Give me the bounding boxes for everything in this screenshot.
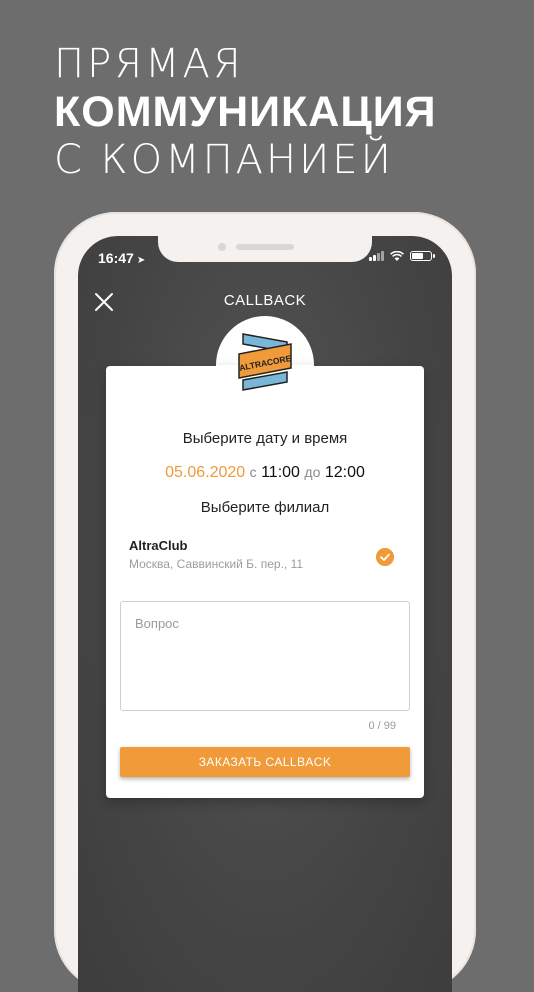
status-time-text: 16:47 [98, 250, 134, 266]
screen-title: CALLBACK [223, 292, 307, 309]
character-counter: 0 / 99 [368, 720, 396, 732]
phone-frame: 16:47 ➤ CALLBACK ALTRACORE Выберите дату… [54, 212, 476, 992]
time-to-value[interactable]: 12:00 [325, 464, 365, 481]
to-label: до [304, 464, 321, 480]
headline-line-3: С КОМПАНИЕЙ [54, 137, 394, 183]
status-bar-icons [369, 251, 435, 261]
phone-notch [158, 236, 372, 262]
callback-form-card: ALTRACORE Выберите дату и время 05.06.20… [106, 333, 424, 798]
branch-heading: Выберите филиал [200, 499, 330, 516]
branch-option[interactable]: AltraClub Москва, Саввинский Б. пер., 11 [129, 538, 402, 574]
location-arrow-icon: ➤ [136, 255, 146, 266]
promo-headline: ПРЯМАЯ КОММУНИКАЦИЯ С КОМПАНИЕЙ [54, 40, 437, 184]
altracore-logo: ALTRACORE [238, 333, 292, 391]
signal-icon [369, 251, 384, 261]
question-input[interactable] [121, 602, 409, 710]
headline-line-2: КОММУНИКАЦИЯ [54, 88, 437, 136]
branch-name: AltraClub [129, 538, 188, 553]
time-from-value[interactable]: 11:00 [261, 464, 300, 481]
app-screen: 16:47 ➤ CALLBACK ALTRACORE Выберите дату… [78, 236, 452, 992]
check-icon[interactable] [376, 548, 394, 566]
branch-address: Москва, Саввинский Б. пер., 11 [129, 557, 304, 571]
date-time-heading: Выберите дату и время [182, 430, 348, 447]
headline-line-1: ПРЯМАЯ [54, 41, 244, 87]
wifi-icon [390, 251, 404, 261]
date-time-selector[interactable]: 05.06.2020 с 11:00 до 12:00 [106, 464, 424, 482]
date-value[interactable]: 05.06.2020 [165, 464, 245, 481]
question-field-box [120, 601, 410, 711]
from-label: с [249, 464, 257, 480]
battery-icon [410, 251, 435, 261]
status-bar-time: 16:47 ➤ [98, 250, 145, 266]
order-callback-button[interactable]: ЗАКАЗАТЬ CALLBACK [120, 747, 410, 777]
